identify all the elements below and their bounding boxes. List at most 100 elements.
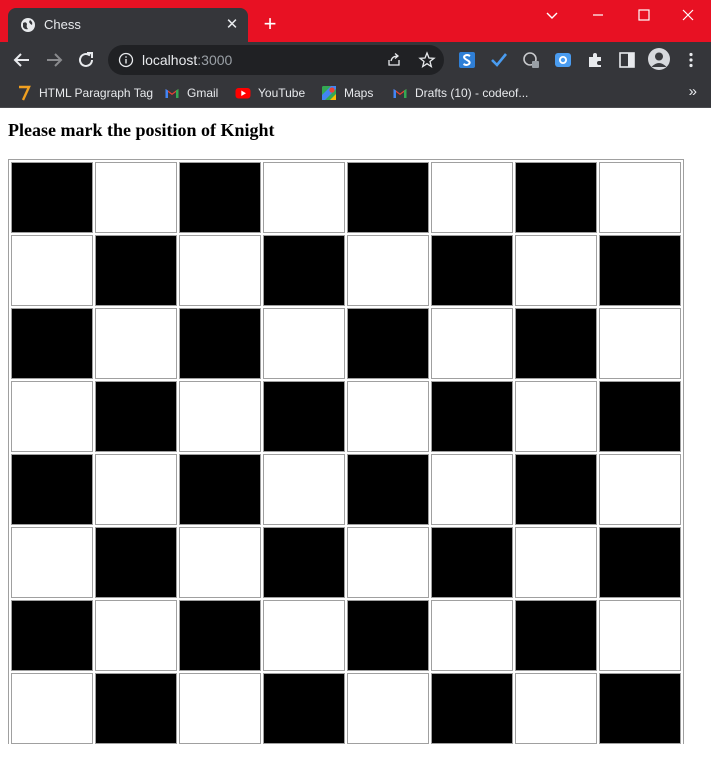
board-square[interactable] [347, 235, 429, 306]
board-square[interactable] [11, 162, 93, 233]
board-square[interactable] [263, 381, 345, 452]
board-row [11, 381, 681, 452]
profile-avatar[interactable] [648, 48, 670, 70]
board-square[interactable] [95, 381, 177, 452]
board-square[interactable] [599, 162, 681, 233]
board-square[interactable] [599, 308, 681, 379]
close-window-button[interactable] [665, 2, 711, 28]
board-square[interactable] [599, 673, 681, 744]
board-square[interactable] [599, 235, 681, 306]
board-square[interactable] [431, 673, 513, 744]
side-panel-icon[interactable] [618, 51, 636, 69]
board-square[interactable] [95, 527, 177, 598]
board-square[interactable] [599, 527, 681, 598]
board-square[interactable] [95, 454, 177, 525]
board-square[interactable] [179, 235, 261, 306]
board-square[interactable] [347, 308, 429, 379]
board-square[interactable] [179, 600, 261, 671]
board-square[interactable] [263, 308, 345, 379]
board-square[interactable] [515, 673, 597, 744]
menu-kebab-icon[interactable] [682, 51, 700, 69]
board-square[interactable] [179, 381, 261, 452]
board-square[interactable] [599, 600, 681, 671]
reload-icon[interactable] [74, 48, 98, 72]
board-row [11, 527, 681, 598]
board-square[interactable] [515, 308, 597, 379]
board-square[interactable] [179, 673, 261, 744]
board-square[interactable] [11, 600, 93, 671]
board-square[interactable] [263, 162, 345, 233]
bookmarks-overflow-chevron-icon[interactable]: » [689, 83, 697, 100]
forward-arrow-icon[interactable] [42, 48, 66, 72]
board-square[interactable] [263, 600, 345, 671]
board-square[interactable] [515, 235, 597, 306]
url-port: :3000 [197, 52, 233, 68]
board-square[interactable] [431, 381, 513, 452]
board-square[interactable] [11, 454, 93, 525]
board-square[interactable] [515, 600, 597, 671]
board-square[interactable] [179, 308, 261, 379]
board-square[interactable] [263, 673, 345, 744]
board-row [11, 673, 681, 744]
puzzle-extensions-icon[interactable] [586, 51, 604, 69]
board-square[interactable] [431, 235, 513, 306]
share-icon[interactable] [386, 52, 402, 68]
board-square[interactable] [347, 600, 429, 671]
gmail-icon [165, 89, 179, 98]
board-square[interactable] [11, 235, 93, 306]
board-square[interactable] [431, 600, 513, 671]
close-tab-icon[interactable]: ✕ [222, 15, 242, 35]
board-square[interactable] [515, 454, 597, 525]
board-square[interactable] [515, 527, 597, 598]
board-square[interactable] [347, 673, 429, 744]
new-tab-button[interactable]: + [258, 13, 282, 37]
board-square[interactable] [431, 162, 513, 233]
board-square[interactable] [599, 381, 681, 452]
minimize-button[interactable] [575, 2, 621, 28]
board-square[interactable] [347, 381, 429, 452]
address-bar[interactable]: localhost:3000 [108, 45, 444, 75]
board-square[interactable] [179, 527, 261, 598]
board-square[interactable] [179, 162, 261, 233]
maximize-button[interactable] [621, 2, 667, 28]
board-square[interactable] [599, 454, 681, 525]
screen-record-extension-icon[interactable] [554, 51, 572, 69]
board-square[interactable] [11, 308, 93, 379]
bookmark-html-paragraph-tag[interactable]: HTML Paragraph Tag [16, 83, 153, 103]
board-square[interactable] [515, 381, 597, 452]
board-square[interactable] [95, 600, 177, 671]
bookmark-gmail[interactable]: Gmail [164, 83, 218, 103]
board-square[interactable] [347, 527, 429, 598]
s-extension-icon[interactable] [458, 51, 476, 69]
close-icon [682, 9, 694, 21]
board-square[interactable] [431, 454, 513, 525]
board-square[interactable] [263, 527, 345, 598]
bookmark-maps[interactable]: Maps [321, 83, 373, 103]
board-square[interactable] [515, 162, 597, 233]
info-icon[interactable] [118, 52, 134, 68]
bookmark-drafts[interactable]: Drafts (10) - codeof... [392, 83, 528, 103]
checkmark-extension-icon[interactable] [490, 51, 508, 69]
bookmark-youtube[interactable]: YouTube [235, 83, 305, 103]
board-square[interactable] [11, 673, 93, 744]
url-text[interactable]: localhost:3000 [142, 52, 232, 68]
board-square[interactable] [431, 527, 513, 598]
board-square[interactable] [347, 454, 429, 525]
board-square[interactable] [347, 162, 429, 233]
board-square[interactable] [95, 673, 177, 744]
tab-chess[interactable]: Chess ✕ [8, 8, 248, 42]
back-arrow-icon[interactable] [10, 48, 34, 72]
board-square[interactable] [95, 162, 177, 233]
board-square[interactable] [95, 235, 177, 306]
board-square[interactable] [431, 308, 513, 379]
sync-extension-icon[interactable] [522, 51, 540, 69]
bookmark-star-icon[interactable] [418, 51, 436, 69]
tab-search-button[interactable] [529, 2, 575, 28]
board-square[interactable] [179, 454, 261, 525]
board-square[interactable] [263, 454, 345, 525]
chess-board [8, 159, 684, 744]
board-square[interactable] [95, 308, 177, 379]
board-square[interactable] [11, 527, 93, 598]
board-square[interactable] [263, 235, 345, 306]
board-square[interactable] [11, 381, 93, 452]
